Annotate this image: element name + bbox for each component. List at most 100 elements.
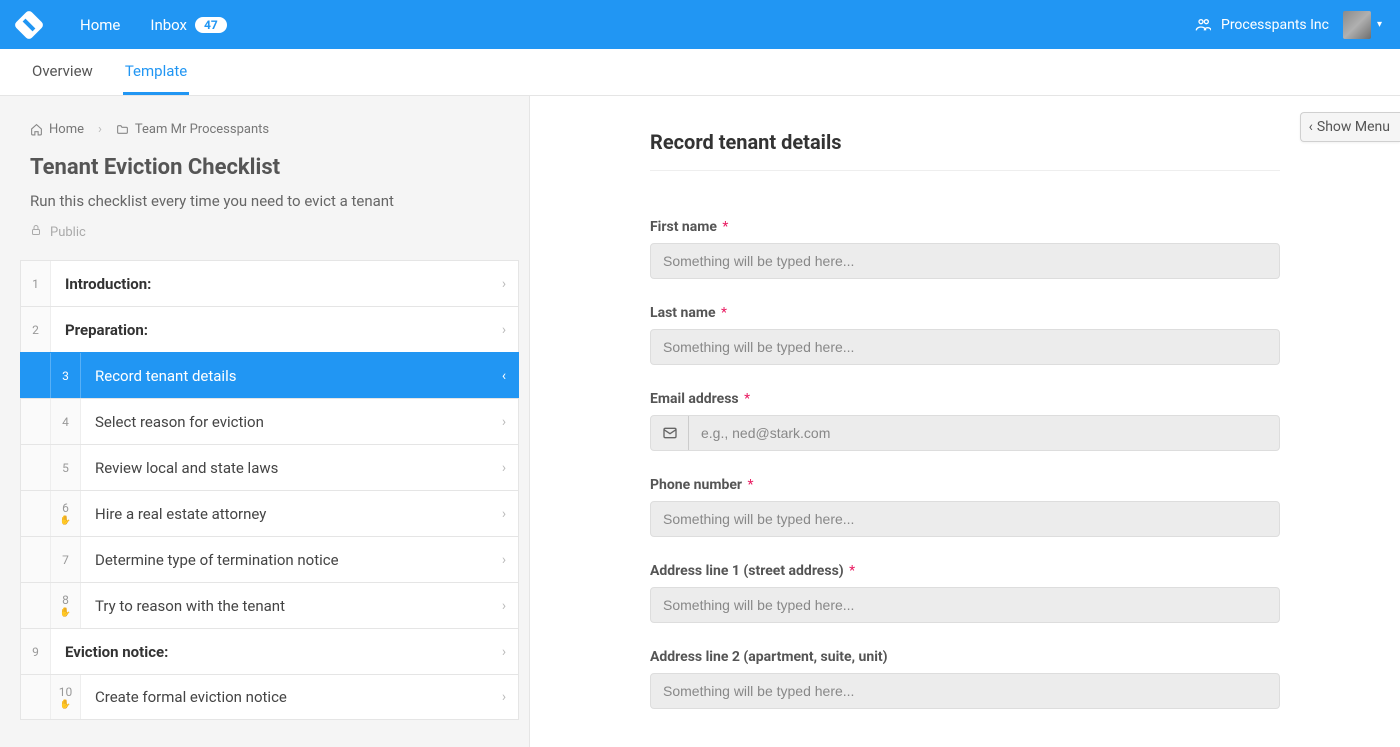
- panel-title: Record tenant details: [650, 130, 1280, 171]
- chevron-right-icon: ›: [490, 598, 518, 614]
- stop-icon: ✋: [60, 701, 71, 710]
- nav-home-label: Home: [80, 16, 120, 34]
- tab-template-label: Template: [125, 62, 187, 80]
- breadcrumb-team[interactable]: Team Mr Processpants: [116, 122, 269, 137]
- breadcrumb-home-label: Home: [49, 122, 84, 137]
- field-label: Address line 1 (street address) *: [650, 563, 1280, 579]
- text-input[interactable]: [651, 502, 1279, 536]
- tab-template[interactable]: Template: [123, 49, 189, 95]
- form-field: Address line 2 (apartment, suite, unit): [650, 649, 1280, 709]
- row-number-text: 8: [62, 593, 69, 607]
- form-field: Email address *: [650, 391, 1280, 451]
- checklist-row-5[interactable]: 5Review local and state laws›: [20, 444, 519, 490]
- page-title: Tenant Eviction Checklist: [0, 137, 529, 180]
- row-number-text: 7: [62, 553, 69, 567]
- checklist-row-10[interactable]: 10✋Create formal eviction notice›: [20, 674, 519, 720]
- nav-home[interactable]: Home: [80, 16, 120, 34]
- checklist-row-3[interactable]: 3 Record tenant details‹: [20, 352, 519, 398]
- breadcrumb-sep: ›: [98, 122, 102, 137]
- field-label: Address line 2 (apartment, suite, unit): [650, 649, 1280, 665]
- row-number-text: 3: [62, 369, 69, 383]
- show-menu-label: Show Menu: [1317, 119, 1390, 135]
- form-field: Address line 1 (street address) *: [650, 563, 1280, 623]
- user-avatar[interactable]: [1343, 11, 1371, 39]
- input-wrapper: [650, 415, 1280, 451]
- visibility-label: Public: [50, 225, 86, 240]
- row-label: Select reason for eviction: [81, 413, 490, 431]
- chevron-right-icon: ›: [490, 414, 518, 430]
- nav-inbox[interactable]: Inbox 47: [150, 16, 226, 34]
- tab-overview-label: Overview: [32, 62, 93, 80]
- indent-spacer: [21, 537, 51, 582]
- checklist-row-6[interactable]: 6✋Hire a real estate attorney›: [20, 490, 519, 536]
- row-number: 3: [51, 353, 81, 398]
- row-number: 6✋: [51, 491, 81, 536]
- required-marker: *: [744, 477, 754, 493]
- checklist-row-4[interactable]: 4Select reason for eviction›: [20, 398, 519, 444]
- form-field: Phone number *: [650, 477, 1280, 537]
- folder-icon: [116, 123, 129, 136]
- breadcrumb-home[interactable]: Home: [30, 122, 84, 137]
- chevron-left-icon: ‹: [1309, 119, 1313, 135]
- field-label: First name *: [650, 219, 1280, 235]
- row-number: 8✋: [51, 583, 81, 628]
- indent-spacer: [21, 491, 51, 536]
- show-menu-button[interactable]: ‹ Show Menu: [1300, 112, 1400, 142]
- caret-down-icon[interactable]: ▾: [1377, 19, 1382, 30]
- chevron-right-icon: ›: [490, 460, 518, 476]
- row-number: 7: [51, 537, 81, 582]
- indent-spacer: [21, 583, 51, 628]
- checklist-row-2[interactable]: 2 Preparation:›: [20, 306, 519, 352]
- email-input[interactable]: [689, 416, 1279, 450]
- text-input[interactable]: [651, 588, 1279, 622]
- chevron-right-icon: ›: [490, 322, 518, 338]
- field-label: Phone number *: [650, 477, 1280, 493]
- visibility-indicator[interactable]: Public: [0, 210, 529, 260]
- row-number: 2: [21, 307, 51, 352]
- required-marker: *: [718, 305, 728, 321]
- stop-icon: ✋: [60, 517, 71, 526]
- row-number-text: 1: [32, 277, 39, 291]
- input-wrapper: [650, 501, 1280, 537]
- chevron-right-icon: ›: [490, 689, 518, 705]
- org-switcher[interactable]: Processpants Inc: [1195, 17, 1329, 33]
- chevron-right-icon: ›: [490, 644, 518, 660]
- topbar: Home Inbox 47 Processpants Inc ▾: [0, 0, 1400, 49]
- nav-inbox-label: Inbox: [150, 16, 187, 34]
- row-number-text: 10: [59, 685, 73, 699]
- checklist-row-1[interactable]: 1Introduction:›: [20, 260, 519, 306]
- row-label: Determine type of termination notice: [81, 551, 490, 569]
- right-panel: ‹ Show Menu Record tenant details First …: [530, 96, 1400, 747]
- indent-spacer: [21, 399, 51, 444]
- row-number-text: 6: [62, 501, 69, 515]
- text-input[interactable]: [651, 674, 1279, 708]
- tab-overview[interactable]: Overview: [30, 49, 95, 95]
- checklist-row-7[interactable]: 7Determine type of termination notice›: [20, 536, 519, 582]
- required-marker: *: [719, 219, 729, 235]
- row-label: Review local and state laws: [81, 459, 490, 477]
- indent-spacer: [21, 445, 51, 490]
- row-number: 4: [51, 399, 81, 444]
- text-input[interactable]: [651, 330, 1279, 364]
- field-label: Last name *: [650, 305, 1280, 321]
- text-input[interactable]: [651, 244, 1279, 278]
- row-label: Preparation:: [51, 321, 490, 339]
- checklist-row-8[interactable]: 8✋Try to reason with the tenant›: [20, 582, 519, 628]
- app-logo[interactable]: [13, 9, 44, 40]
- field-label: Email address *: [650, 391, 1280, 407]
- subtabs: Overview Template: [0, 49, 1400, 96]
- row-label: Hire a real estate attorney: [81, 505, 490, 523]
- stop-icon: ✋: [60, 609, 71, 618]
- input-wrapper: [650, 243, 1280, 279]
- chevron-left-icon: ‹: [490, 368, 518, 384]
- checklist-row-9[interactable]: 9Eviction notice:›: [20, 628, 519, 674]
- envelope-icon: [651, 416, 689, 450]
- indent-spacer: [21, 675, 51, 719]
- row-number-text: 2: [32, 323, 39, 337]
- row-label: Record tenant details: [81, 367, 490, 385]
- row-number: 5: [51, 445, 81, 490]
- inbox-count-badge: 47: [195, 17, 227, 33]
- row-number: 9: [21, 629, 51, 674]
- breadcrumb-team-label: Team Mr Processpants: [135, 122, 269, 137]
- row-number-text: 9: [32, 645, 39, 659]
